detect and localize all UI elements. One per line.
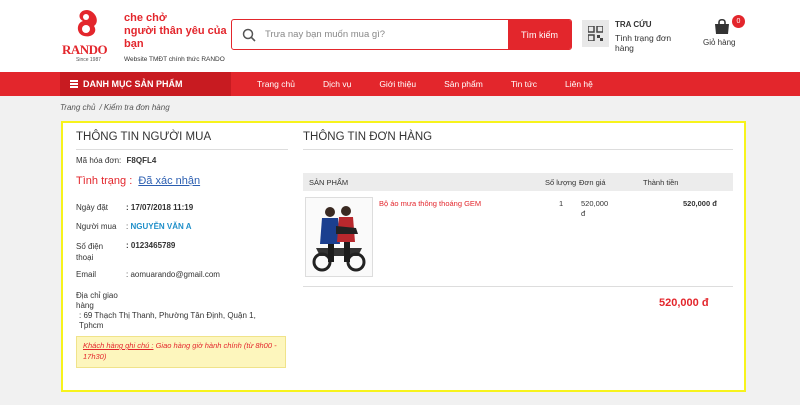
date-value: : 17/07/2018 11:19 [126, 203, 194, 212]
product-qty: 1 [559, 199, 564, 208]
col-qty: Số lượng [545, 178, 577, 187]
order-tracking-link[interactable]: TRA CỨU Tình trạng đơn hàng [582, 19, 692, 53]
status-row: Tình trạng : Đã xác nhận [76, 175, 200, 187]
nav-item-contact[interactable]: Liên hệ [565, 72, 593, 96]
date-label: Ngày đặt [76, 203, 109, 212]
nav-item-news[interactable]: Tin tức [511, 72, 537, 96]
logo-brand-text: RANDO [62, 42, 108, 57]
buyer-name-value-wrap: : NGUYỄN VĂN A [126, 222, 192, 231]
buyer-name-row: Người mua : NGUYỄN VĂN A [76, 222, 288, 234]
slogan-line-1: che chở [124, 12, 167, 24]
order-info-title: THÔNG TIN ĐƠN HÀNG [303, 131, 733, 150]
col-price: Đơn giá [579, 178, 606, 187]
track-subtitle: Tình trạng đơn hàng [615, 33, 672, 53]
search-icon [242, 28, 256, 42]
rando-logo-icon [77, 10, 97, 37]
track-title: TRA CỨU [615, 20, 652, 29]
search-input[interactable] [265, 20, 505, 49]
buyer-info-section: THÔNG TIN NGƯỜI MUA Mã hóa đơn: F8QFL4 T… [76, 131, 288, 330]
nav-menu: Trang chủ Dịch vụ Giới thiệu Sản phẩm Ti… [243, 72, 607, 96]
address-row: Địa chỉ giao hàng : 69 Thạch Thị Thanh, … [76, 291, 288, 336]
product-total: 520,000 đ [683, 199, 717, 208]
col-total: Thành tiền [643, 178, 679, 187]
nav-item-services[interactable]: Dịch vụ [323, 72, 351, 96]
order-table-header: SẢN PHẨM Số lượng Đơn giá Thành tiền [303, 173, 733, 191]
invoice-label: Mã hóa đơn: [76, 156, 122, 165]
invoice-value: F8QFL4 [126, 156, 157, 165]
phone-row: Số điện thoại : 0123465789 [76, 241, 288, 265]
category-menu-label: DANH MỤC SẢN PHẨM [83, 79, 183, 89]
cart-count-badge: 0 [732, 15, 745, 28]
slogan: che chở người thân yêu của bạn Website T… [124, 12, 229, 63]
buyer-info-title: THÔNG TIN NGƯỜI MUA [76, 131, 288, 150]
qr-code-icon [582, 20, 609, 47]
product-price: 520,000 đ [581, 199, 609, 218]
date-row: Ngày đặt : 17/07/2018 11:19 [76, 203, 288, 215]
breadcrumb: Trang chủ / Kiểm tra đơn hàng [60, 103, 174, 112]
buyer-name-value: NGUYỄN VĂN A [130, 222, 192, 231]
nav-item-home[interactable]: Trang chủ [257, 72, 295, 96]
category-menu-button[interactable]: DANH MỤC SẢN PHẨM [60, 72, 231, 96]
cart-label: Giỏ hàng [703, 38, 736, 47]
order-check-panel: THÔNG TIN NGƯỜI MUA Mã hóa đơn: F8QFL4 T… [61, 121, 746, 392]
address-label: Địa chỉ giao hàng [76, 291, 118, 310]
customer-note-label: Khách hàng ghi chú : [83, 341, 154, 350]
raincoat-riders-icon [306, 198, 372, 276]
buyer-name-label: Người mua [76, 222, 117, 231]
table-row: Bộ áo mưa thông thoáng GEM 1 520,000 đ 5… [303, 193, 733, 287]
nav-item-products[interactable]: Sản phẩm [444, 72, 483, 96]
slogan-line-3: Website TMĐT chính thức RANDO [124, 56, 225, 63]
product-image[interactable] [305, 197, 373, 277]
col-product: SẢN PHẨM [309, 178, 349, 187]
breadcrumb-current: / Kiểm tra đơn hàng [99, 103, 170, 112]
rando-logo[interactable]: RANDO Since 1987 [62, 8, 114, 64]
invoice-row: Mã hóa đơn: F8QFL4 [76, 156, 156, 165]
status-label: Tình trạng : [76, 175, 133, 187]
nav-item-about[interactable]: Giới thiệu [379, 72, 416, 96]
slogan-line-2: người thân yêu của bạn [124, 25, 227, 50]
buyer-name-colon: : [126, 222, 129, 231]
address-value: : 69 Thạch Thị Thanh, Phường Tân Định, Q… [79, 311, 256, 330]
shopping-bag-icon [715, 18, 729, 34]
breadcrumb-home[interactable]: Trang chủ [60, 103, 95, 112]
search-bar: Tìm kiếm [231, 19, 572, 50]
site-header: RANDO Since 1987 che chở người thân yêu … [0, 0, 800, 72]
search-button[interactable]: Tìm kiếm [508, 20, 571, 49]
logo-since-text: Since 1987 [76, 57, 102, 63]
order-info-section: THÔNG TIN ĐƠN HÀNG SẢN PHẨM Số lượng Đơn… [303, 131, 733, 309]
customer-note-box: Khách hàng ghi chú : Giao hàng giờ hành … [76, 336, 286, 368]
product-name-link[interactable]: Bộ áo mưa thông thoáng GEM [379, 199, 481, 208]
grand-total: 520,000 đ [659, 297, 709, 309]
main-nav: DANH MỤC SẢN PHẨM Trang chủ Dịch vụ Giới… [0, 72, 800, 96]
hamburger-icon [70, 80, 78, 88]
cart-button[interactable]: 0 Giỏ hàng [703, 14, 745, 50]
email-row: Email : aomuarando@gmail.com [76, 270, 288, 282]
email-label: Email [76, 270, 97, 279]
phone-label: Số điện thoại [76, 242, 104, 262]
email-value: : aomuarando@gmail.com [126, 270, 220, 279]
status-value-link[interactable]: Đã xác nhận [138, 175, 200, 187]
phone-value: : 0123465789 [126, 241, 176, 250]
